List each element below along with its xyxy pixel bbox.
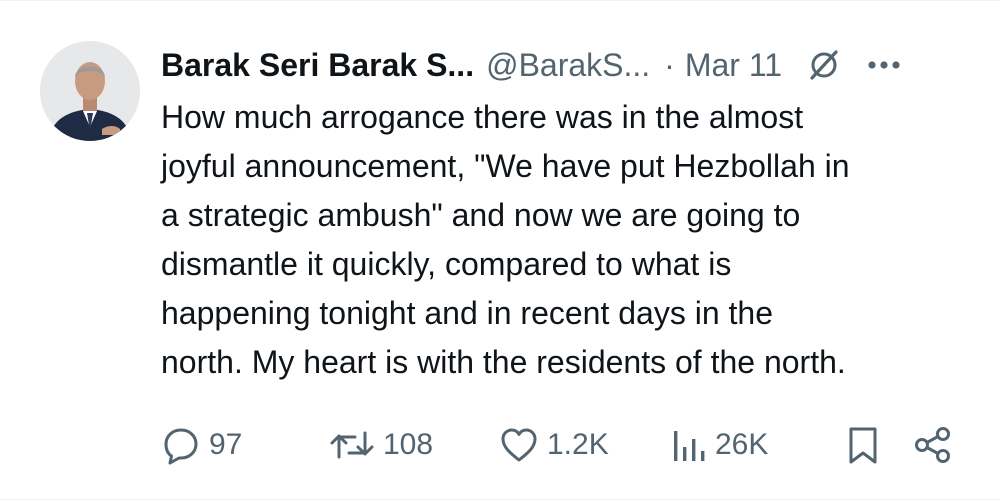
avatar[interactable] bbox=[40, 41, 140, 141]
heart-icon bbox=[501, 428, 537, 462]
tweet-text-line: a strategic ambush" and now we are going… bbox=[161, 197, 801, 233]
like-button[interactable]: 1.2K bbox=[499, 421, 609, 469]
repost-count: 108 bbox=[383, 428, 434, 461]
tweet-header: Barak Seri Barak S... @BarakS... · Mar 1… bbox=[161, 39, 961, 91]
avatar-portrait bbox=[40, 41, 140, 141]
user-handle[interactable]: @BarakS... bbox=[486, 47, 650, 84]
like-count: 1.2K bbox=[547, 428, 609, 461]
share-button[interactable] bbox=[913, 421, 953, 469]
tweet-content: Barak Seri Barak S... @BarakS... · Mar 1… bbox=[161, 39, 961, 387]
reply-count: 97 bbox=[209, 428, 243, 461]
tweet-text-line: How much arrogance there was in the almo… bbox=[161, 99, 804, 135]
repost-icon bbox=[330, 431, 374, 459]
tweet-date[interactable]: Mar 11 bbox=[685, 47, 782, 84]
separator-dot: · bbox=[664, 46, 675, 83]
grok-icon[interactable] bbox=[804, 45, 844, 85]
views-count: 26K bbox=[715, 428, 769, 461]
tweet-text-line: joyful announcement, "We have put Hezbol… bbox=[161, 148, 850, 184]
bookmark-button[interactable] bbox=[843, 421, 883, 469]
tweet-text-line: north. My heart is with the residents of… bbox=[161, 344, 846, 380]
reply-button[interactable]: 97 bbox=[161, 421, 242, 469]
display-name[interactable]: Barak Seri Barak S... bbox=[161, 47, 474, 84]
tweet-text-line: dismantle it quickly, compared to what i… bbox=[161, 246, 732, 282]
bookmark-icon bbox=[849, 427, 877, 464]
action-bar: 97 108 1.2K 26K bbox=[161, 421, 961, 469]
share-icon bbox=[915, 427, 950, 463]
tweet-text: How much arrogance there was in the almo… bbox=[161, 93, 961, 387]
reply-icon bbox=[164, 428, 198, 465]
more-icon[interactable] bbox=[864, 45, 904, 85]
tweet-card[interactable]: Barak Seri Barak S... @BarakS... · Mar 1… bbox=[0, 0, 1000, 500]
views-button[interactable]: 26K bbox=[671, 421, 768, 469]
repost-button[interactable]: 108 bbox=[329, 421, 433, 469]
views-icon bbox=[674, 431, 705, 461]
tweet-text-line: happening tonight and in recent days in … bbox=[161, 295, 774, 331]
